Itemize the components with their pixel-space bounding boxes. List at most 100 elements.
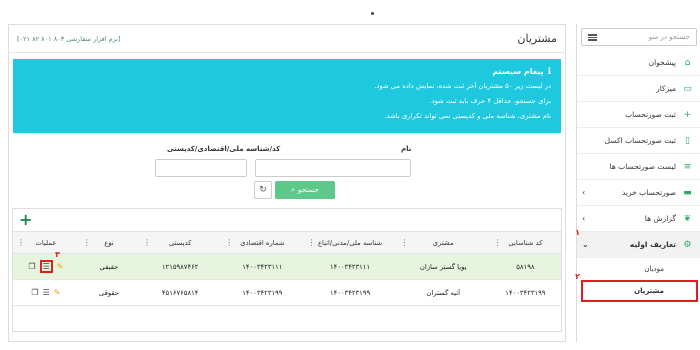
column-menu-icon: ⋮ — [307, 238, 316, 247]
refresh-icon: ↻ — [259, 185, 267, 195]
alert-line: در لیست زیر ۵۰ مشتریان آخر ثبت شده، نمای… — [374, 82, 551, 90]
gears-icon: ⚙ — [683, 239, 692, 250]
refresh-button[interactable]: ↻ — [254, 181, 272, 199]
table-header-row: کد شناسایی ⋮ مشتری ⋮ شناسه ملی/مدنی/اتباع ⋮… — [13, 231, 561, 254]
cell-postal-code: ۴۵۱۶۷۶۵۸۱۴ — [139, 279, 222, 306]
sidebar-item-desk[interactable]: ▭ میزکار — [577, 76, 700, 102]
cell-type: حقوقی — [78, 279, 140, 306]
system-message: ℹ پیغام سیستم در لیست زیر ۵۰ مشتریان آخر… — [13, 59, 561, 133]
code-label: کد/شناسه ملی/اقتصادی/کدپستی — [167, 145, 281, 153]
table-toolbar: + — [13, 209, 561, 231]
copy-icon[interactable]: ❐ — [31, 288, 38, 297]
document-icon: ▯ — [685, 135, 690, 146]
cell-type: حقیقی — [78, 253, 140, 280]
table-row[interactable]: ۵۸۱۹۸ پویا گستر سازان ۱۴۰۰۳۴۲۳۱۱۱ ۱۴۰۰۳۴… — [13, 250, 561, 280]
edit-icon[interactable]: ✎ — [54, 288, 61, 297]
details-list-icon[interactable]: ☰ — [43, 288, 50, 297]
search-button[interactable]: جستجو ⌕ — [275, 181, 335, 199]
column-header[interactable]: عملیات ⋮ — [13, 231, 79, 254]
column-menu-icon: ⋮ — [400, 238, 409, 247]
search-icon: ⌕ — [291, 185, 296, 194]
edit-icon[interactable]: ✎ — [57, 262, 64, 271]
column-menu-icon: ⋮ — [493, 238, 502, 247]
alert-title-text: پیغام سیستم — [492, 67, 544, 76]
home-icon: ⌂ — [684, 57, 691, 68]
page-title: مشتریان — [517, 32, 557, 45]
column-header[interactable]: شناسه ملی/مدنی/اتباع ⋮ — [303, 231, 397, 254]
column-menu-icon: ⋮ — [143, 238, 152, 247]
customers-table: کد شناسایی ⋮ مشتری ⋮ شناسه ملی/مدنی/اتباع ⋮… — [13, 231, 561, 306]
sidebar-subitem-label: مودیان — [644, 265, 664, 273]
search-button-label: جستجو — [298, 186, 319, 194]
cell-actions: ✎ ☰ ❐ — [13, 279, 79, 306]
monitor-icon: ▭ — [683, 83, 692, 94]
menu-search-placeholder: جستجو در منو — [648, 33, 690, 41]
page-header: مشتریان [نرم افزار سفارشی ۸۰۳ ۸۰۱ ۸۲ ۰۲۱… — [9, 25, 565, 53]
cell-economic-no: ۱۴۰۰۳۴۲۳۱۱۱ — [221, 253, 304, 280]
sidebar-item-label: لیست صورتحساب ها — [609, 162, 676, 171]
chevron-down-icon: ⌄ — [582, 240, 589, 249]
sidebar-item-label: میزکار — [656, 84, 676, 93]
name-label: نام — [401, 145, 412, 153]
plus-icon: + — [683, 109, 692, 120]
copy-icon[interactable]: ❐ — [28, 262, 35, 271]
sidebar-subitem-label: مشتریان — [634, 287, 664, 295]
sidebar-item-new-invoice[interactable]: + ثبت صورتحساب — [577, 102, 700, 128]
row-actions: ✎ ☰ ❐ — [13, 288, 79, 297]
cell-customer: آتیه گستران — [396, 279, 490, 306]
cell-id: ۵۸۱۹۸ — [489, 253, 561, 280]
cell-national-id: ۱۴۰۰۳۴۲۳۱۱۱ — [303, 253, 397, 280]
hamburger-icon[interactable] — [588, 33, 597, 41]
name-input[interactable] — [255, 159, 411, 177]
column-menu-icon: ⋮ — [225, 238, 234, 247]
info-icon: ℹ — [547, 67, 551, 77]
sidebar-item-label: تعاریف اولیه — [629, 240, 676, 249]
chevron-left-icon: › — [582, 214, 586, 223]
code-input[interactable] — [155, 159, 247, 177]
cell-actions: ۳ ✎ ☰ ❐ — [13, 250, 79, 280]
system-message-title: ℹ پیغام سیستم — [23, 65, 551, 79]
add-customer-icon[interactable]: + — [19, 212, 32, 228]
sidebar-item-invoice-list[interactable]: ≡ لیست صورتحساب ها — [577, 154, 700, 180]
cell-id: ۱۴۰۰۳۴۲۳۱۹۹ — [489, 279, 561, 306]
alert-line: برای جستجو، حداقل ۴ حرف باید ثبت شود. — [429, 97, 551, 105]
sidebar-item-label: ثبت صورتحساب اکسل — [604, 136, 676, 145]
sidebar-item-purchase-invoice[interactable]: ▬ صورتحساب خرید › — [577, 180, 700, 206]
list-icon: ≡ — [683, 161, 692, 172]
column-header[interactable]: کدپستی ⋮ — [139, 231, 222, 254]
cell-national-id: ۱۴۰۰۳۴۲۳۱۹۹ — [303, 279, 397, 306]
cell-economic-no: ۱۴۰۰۳۴۲۳۱۹۹ — [221, 279, 304, 306]
callout-number-2: ۲ — [575, 272, 580, 281]
sidebar-item-excel-invoice[interactable]: ▯ ثبت صورتحساب اکسل — [577, 128, 700, 154]
sidebar: جستجو در منو ⌂ پیشخوان ▭ میزکار + ثبت صو… — [575, 24, 700, 342]
menu-search-input[interactable]: جستجو در منو — [581, 28, 697, 46]
column-menu-icon: ⋮ — [82, 238, 91, 247]
column-header[interactable]: کد شناسایی ⋮ — [489, 231, 561, 254]
column-header[interactable]: شماره اقتصادی ⋮ — [221, 231, 304, 254]
details-list-icon[interactable]: ☰ — [39, 260, 53, 273]
search-form: نام کد/شناسه ملی/اقتصادی/کدپستی جستجو ⌕ … — [9, 143, 565, 203]
card-icon: ▬ — [683, 187, 692, 198]
callout-number-1: ۱ — [575, 228, 580, 237]
alert-line: نام مشتری، شناسه ملی و کدپستی نمی تواند … — [384, 112, 551, 120]
sidebar-item-label: پیشخوان — [648, 58, 676, 67]
leaf-icon: ❦ — [683, 213, 692, 224]
sidebar-item-definitions[interactable]: ⚙ تعاریف اولیه ⌄ — [577, 232, 700, 258]
row-actions: ✎ ☰ ❐ — [13, 260, 79, 273]
dot-marker — [371, 12, 374, 15]
column-menu-icon: ⋮ — [17, 238, 25, 247]
sidebar-subitem-taxpayers[interactable]: مودیان — [577, 258, 700, 280]
sidebar-item-label: گزارش ها — [644, 214, 676, 223]
chevron-left-icon: › — [582, 188, 586, 197]
sidebar-subitem-customers[interactable]: مشتریان — [581, 280, 698, 302]
support-phone: [نرم افزار سفارشی ۸۰۳ ۸۰۱ ۸۲ ۰۲۱] — [17, 34, 121, 43]
sidebar-item-label: ثبت صورتحساب — [625, 110, 676, 119]
customers-table-panel: + کد شناسایی ⋮ مشتری ⋮ شناسه ملی/مدنی/اتبا… — [12, 208, 562, 332]
cell-customer: پویا گستر سازان — [396, 253, 490, 280]
column-header[interactable]: نوع ⋮ — [78, 231, 140, 254]
sidebar-item-reports[interactable]: ❦ گزارش ها › — [577, 206, 700, 232]
sidebar-item-label: صورتحساب خرید — [621, 188, 676, 197]
sidebar-item-dashboard[interactable]: ⌂ پیشخوان — [577, 50, 700, 76]
table-row[interactable]: ۱۴۰۰۳۴۲۳۱۹۹ آتیه گستران ۱۴۰۰۳۴۲۳۱۹۹ ۱۴۰۰… — [13, 279, 561, 306]
column-header[interactable]: مشتری ⋮ — [396, 231, 490, 254]
